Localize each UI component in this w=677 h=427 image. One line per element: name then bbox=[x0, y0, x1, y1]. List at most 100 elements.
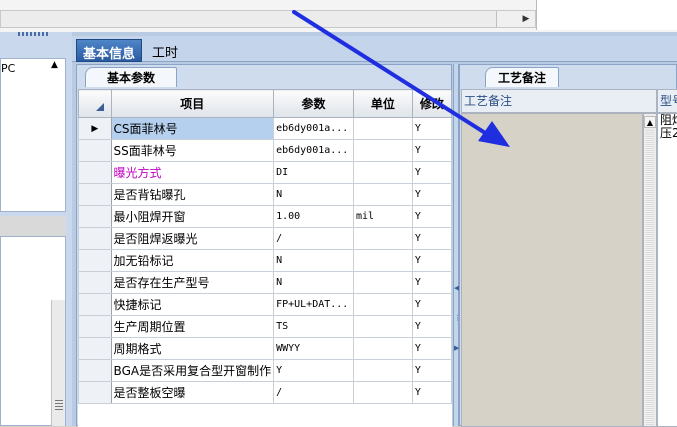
cell-unit[interactable] bbox=[352, 337, 413, 360]
splitter-grip-icon[interactable] bbox=[18, 32, 48, 36]
cell-item[interactable]: 快捷标记 bbox=[110, 293, 275, 316]
row-header[interactable] bbox=[78, 381, 112, 404]
cell-item[interactable]: CS面菲林号 bbox=[110, 117, 275, 140]
table-row[interactable]: 曝光方式 DI Y bbox=[78, 161, 452, 184]
model-cell[interactable]: 阻焊 压2 bbox=[657, 113, 677, 427]
cell-param[interactable]: / bbox=[273, 227, 354, 250]
cell-item[interactable]: BGA是否采用复合型开窗制作 bbox=[110, 359, 275, 382]
cell-param[interactable]: eb6dy001a... bbox=[273, 139, 354, 162]
column-header-param[interactable]: 参数 bbox=[273, 89, 354, 118]
row-header[interactable] bbox=[78, 271, 112, 294]
cell-unit[interactable] bbox=[352, 183, 413, 206]
cell-unit[interactable] bbox=[352, 117, 413, 140]
scroll-grip-icon[interactable] bbox=[55, 400, 63, 410]
notes-vertical-scrollbar[interactable]: ▲ bbox=[643, 113, 657, 427]
table-row[interactable]: 是否阻焊返曝光 / Y bbox=[78, 227, 452, 250]
row-header[interactable] bbox=[78, 183, 112, 206]
cell-modify[interactable]: Y bbox=[411, 381, 452, 404]
table-row[interactable]: 生产周期位置 TS Y bbox=[78, 315, 452, 338]
table-row[interactable]: 是否存在生产型号 N Y bbox=[78, 271, 452, 294]
craft-notes-field[interactable] bbox=[461, 113, 643, 427]
cell-param[interactable]: DI bbox=[273, 161, 354, 184]
table-row[interactable]: SS面菲林号 eb6dy001a... Y bbox=[78, 139, 452, 162]
header-corner[interactable] bbox=[78, 89, 112, 118]
left-list-item[interactable]: PC bbox=[1, 62, 15, 75]
table-row[interactable]: 周期格式 WWYY Y bbox=[78, 337, 452, 360]
scroll-track[interactable] bbox=[646, 130, 654, 426]
column-header-craft-notes[interactable]: 工艺备注 bbox=[461, 89, 657, 113]
cell-modify[interactable]: Y bbox=[411, 117, 452, 140]
row-header[interactable] bbox=[78, 227, 112, 250]
cell-unit[interactable] bbox=[352, 293, 413, 316]
cell-param[interactable]: WWYY bbox=[273, 337, 354, 360]
row-header[interactable] bbox=[78, 249, 112, 272]
row-header[interactable] bbox=[78, 359, 112, 382]
cell-modify[interactable]: Y bbox=[411, 315, 452, 338]
cell-item[interactable]: 生产周期位置 bbox=[110, 315, 275, 338]
scroll-up-arrow-icon[interactable]: ▲ bbox=[644, 116, 656, 128]
cell-modify[interactable]: Y bbox=[411, 183, 452, 206]
cell-modify[interactable]: Y bbox=[411, 337, 452, 360]
top-horizontal-scrollbar[interactable]: ▶ bbox=[0, 10, 536, 28]
cell-modify[interactable]: Y bbox=[411, 359, 452, 382]
cell-item[interactable]: 曝光方式 bbox=[110, 161, 275, 184]
scroll-up-arrow-icon[interactable]: ▲ bbox=[51, 60, 58, 70]
params-grid[interactable]: 项目 参数 单位 修改 ▶ CS面菲林号 eb6dy001a... Y SS面菲林号 eb… bbox=[78, 89, 452, 427]
cell-unit[interactable]: mil bbox=[352, 205, 413, 228]
left-vertical-scrollbar[interactable] bbox=[51, 300, 65, 426]
cell-unit[interactable] bbox=[352, 359, 413, 382]
cell-param[interactable]: / bbox=[273, 381, 354, 404]
row-header[interactable] bbox=[78, 337, 112, 360]
table-row[interactable]: BGA是否采用复合型开窗制作 Y Y bbox=[78, 359, 452, 382]
cell-unit[interactable] bbox=[352, 161, 413, 184]
cell-item[interactable]: 是否背钻曝孔 bbox=[110, 183, 275, 206]
row-header[interactable] bbox=[78, 161, 112, 184]
left-list[interactable]: PC ▲ bbox=[0, 58, 66, 212]
row-header[interactable] bbox=[78, 205, 112, 228]
cell-item[interactable]: 是否整板空曝 bbox=[110, 381, 275, 404]
cell-modify[interactable]: Y bbox=[411, 249, 452, 272]
column-header-model[interactable]: 型号 bbox=[657, 89, 677, 113]
cell-unit[interactable] bbox=[352, 227, 413, 250]
row-header[interactable] bbox=[78, 315, 112, 338]
cell-unit[interactable] bbox=[352, 139, 413, 162]
column-header-unit[interactable]: 单位 bbox=[352, 89, 413, 118]
tab-work-hours[interactable]: 工时 bbox=[146, 39, 184, 62]
table-row[interactable]: 是否整板空曝 / Y bbox=[78, 381, 452, 404]
table-row[interactable]: 加无铅标记 N Y bbox=[78, 249, 452, 272]
table-row[interactable]: 最小阻焊开窗 1.00 mil Y bbox=[78, 205, 452, 228]
cell-modify[interactable]: Y bbox=[411, 161, 452, 184]
scroll-right-arrow-icon[interactable]: ▶ bbox=[517, 11, 535, 27]
cell-item[interactable]: SS面菲林号 bbox=[110, 139, 275, 162]
cell-unit[interactable] bbox=[352, 315, 413, 338]
cell-unit[interactable] bbox=[352, 271, 413, 294]
top-scroll-track[interactable] bbox=[1, 11, 497, 27]
cell-modify[interactable]: Y bbox=[411, 293, 452, 316]
cell-param[interactable]: N bbox=[273, 271, 354, 294]
table-row[interactable]: 快捷标记 FP+UL+DAT... Y bbox=[78, 293, 452, 316]
cell-item[interactable]: 是否阻焊返曝光 bbox=[110, 227, 275, 250]
cell-param[interactable]: Y bbox=[273, 359, 354, 382]
cell-param[interactable]: 1.00 bbox=[273, 205, 354, 228]
cell-param[interactable]: FP+UL+DAT... bbox=[273, 293, 354, 316]
column-header-modify[interactable]: 修改 bbox=[411, 89, 452, 118]
row-header[interactable] bbox=[78, 139, 112, 162]
cell-item[interactable]: 周期格式 bbox=[110, 337, 275, 360]
cell-param[interactable]: TS bbox=[273, 315, 354, 338]
cell-modify[interactable]: Y bbox=[411, 205, 452, 228]
row-header[interactable] bbox=[78, 293, 112, 316]
splitter-left-arrow-icon[interactable]: ◀ bbox=[454, 284, 459, 292]
splitter-grip-dots-icon[interactable]: ⋮ bbox=[454, 314, 461, 322]
table-row[interactable]: ▶ CS面菲林号 eb6dy001a... Y bbox=[78, 117, 452, 140]
tab-craft-notes[interactable]: 工艺备注 bbox=[485, 67, 559, 87]
cell-param[interactable]: N bbox=[273, 249, 354, 272]
tab-basic-info[interactable]: 基本信息 bbox=[76, 39, 143, 62]
cell-param[interactable]: eb6dy001a... bbox=[273, 117, 354, 140]
cell-modify[interactable]: Y bbox=[411, 227, 452, 250]
splitter-right-arrow-icon[interactable]: ▶ bbox=[454, 344, 459, 352]
tab-basic-params[interactable]: 基本参数 bbox=[85, 67, 177, 87]
cell-modify[interactable]: Y bbox=[411, 139, 452, 162]
table-row[interactable]: 是否背钻曝孔 N Y bbox=[78, 183, 452, 206]
cell-param[interactable]: N bbox=[273, 183, 354, 206]
cell-item[interactable]: 加无铅标记 bbox=[110, 249, 275, 272]
